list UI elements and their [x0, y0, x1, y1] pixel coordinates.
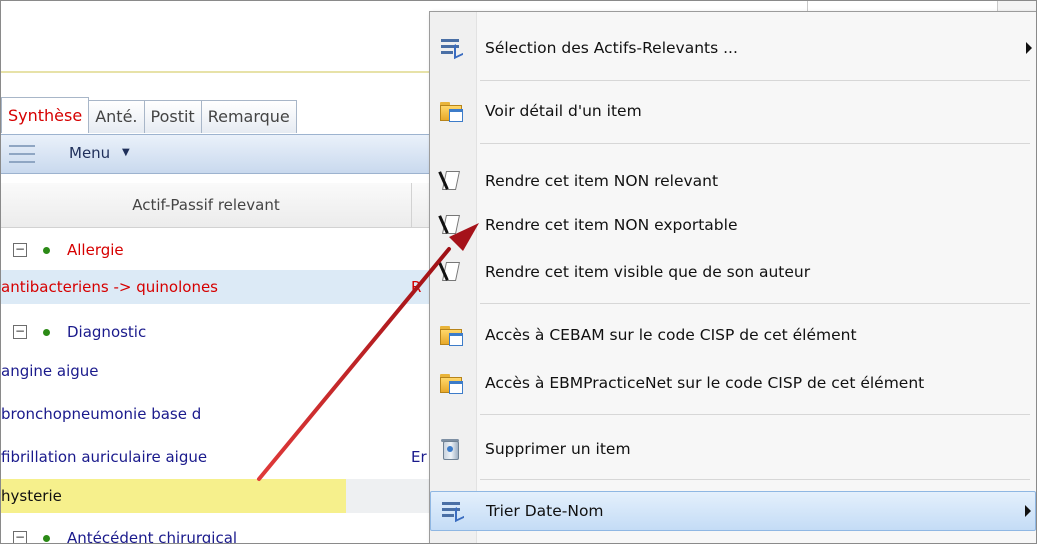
grid-toolbar: Menu ▼	[1, 134, 431, 174]
menu-separator	[480, 80, 1030, 81]
row-label: hysterie	[1, 487, 62, 505]
menu-item-label: Accès à EBMPracticeNet sur le code CISP …	[485, 374, 925, 392]
list-icon	[439, 37, 463, 60]
tab-synthese[interactable]: Synthèse	[1, 97, 90, 133]
table-row[interactable]: bronchopneumonie base d	[1, 397, 431, 431]
menu-item-trier-date-nom[interactable]: Trier Date-Nom	[430, 491, 1036, 531]
context-menu: Sélection des Actifs-Relevants ... Voir …	[429, 11, 1036, 543]
row-label: bronchopneumonie base d	[1, 405, 202, 423]
hamburger-icon[interactable]	[9, 145, 35, 163]
status-dot-icon	[43, 247, 50, 254]
tab-ante[interactable]: Anté.	[88, 100, 145, 133]
menu-item-supprimer[interactable]: Supprimer un item	[430, 430, 1036, 468]
tab-postit[interactable]: Postit	[143, 100, 202, 133]
column-header-actif-passif[interactable]: Actif-Passif relevant	[1, 183, 412, 227]
menu-item-label: Rendre cet item NON exportable	[485, 216, 738, 234]
group-row-diagnostic[interactable]: − Diagnostic	[1, 315, 431, 349]
menu-separator	[480, 303, 1030, 304]
menu-item-non-relevant[interactable]: Rendre cet item NON relevant	[430, 162, 1036, 200]
menu-button[interactable]: Menu	[69, 144, 110, 162]
group-label: Allergie	[67, 241, 124, 259]
list-icon	[440, 500, 464, 523]
menu-item-label: Sélection des Actifs-Relevants ...	[485, 39, 738, 57]
status-dot-icon	[43, 329, 50, 336]
row-label: fibrillation auriculaire aigue	[1, 448, 208, 466]
document-icon	[438, 170, 463, 192]
grid-header: Actif-Passif relevant	[1, 183, 431, 228]
document-icon	[438, 261, 463, 283]
group-row-allergie[interactable]: − Allergie	[1, 233, 431, 267]
tab-strip: Synthèse Anté. Postit Remarque	[1, 97, 297, 133]
menu-item-visible-auteur[interactable]: Rendre cet item visible que de son auteu…	[430, 253, 1036, 291]
caret-down-icon[interactable]: ▼	[122, 147, 130, 158]
group-label: Diagnostic	[67, 323, 147, 341]
menu-separator	[480, 143, 1030, 144]
folder-detail-icon	[439, 324, 463, 346]
row-extra: R	[411, 278, 422, 296]
folder-detail-icon	[439, 372, 463, 394]
table-row[interactable]: hysterie	[1, 479, 431, 513]
collapse-icon[interactable]: −	[13, 531, 27, 543]
group-label: Antécédent chirurgical	[67, 529, 238, 544]
menu-item-non-exportable[interactable]: Rendre cet item NON exportable	[430, 206, 1036, 244]
recycle-bin-icon	[439, 438, 463, 460]
menu-item-voir-detail[interactable]: Voir détail d'un item	[430, 92, 1036, 130]
submenu-arrow-icon	[1025, 505, 1031, 517]
tab-remarque[interactable]: Remarque	[200, 100, 297, 133]
application-window: Synthèse Anté. Postit Remarque Menu ▼ Ac…	[0, 0, 1037, 544]
menu-item-cebam[interactable]: Accès à CEBAM sur le code CISP de cet él…	[430, 316, 1036, 354]
folder-detail-icon	[439, 100, 463, 122]
menu-separator	[480, 414, 1030, 415]
collapse-icon[interactable]: −	[13, 325, 27, 339]
row-label: antibacteriens -> quinolones	[1, 278, 218, 296]
menu-item-label: Accès à CEBAM sur le code CISP de cet él…	[485, 326, 857, 344]
menu-separator	[480, 479, 1030, 480]
table-row[interactable]: angine aigue	[1, 354, 431, 388]
menu-item-selection-actifs[interactable]: Sélection des Actifs-Relevants ...	[430, 29, 1036, 67]
menu-item-label: Rendre cet item visible que de son auteu…	[485, 263, 811, 281]
menu-item-ebmpracticenet[interactable]: Accès à EBMPracticeNet sur le code CISP …	[430, 364, 1036, 402]
group-row-antecedent-chirurgical[interactable]: − Antécédent chirurgical	[1, 521, 431, 544]
row-extra: Er	[411, 448, 427, 466]
row-label: angine aigue	[1, 362, 99, 380]
menu-item-label: Voir détail d'un item	[485, 102, 642, 120]
collapse-icon[interactable]: −	[13, 243, 27, 257]
submenu-arrow-icon	[1026, 42, 1032, 54]
table-row[interactable]: fibrillation auriculaire aigue Er	[1, 440, 431, 474]
menu-item-label: Supprimer un item	[485, 440, 631, 458]
menu-item-label: Trier Date-Nom	[486, 502, 604, 520]
table-row[interactable]: antibacteriens -> quinolones R	[1, 270, 431, 304]
document-icon	[438, 214, 463, 236]
status-dot-icon	[43, 535, 50, 542]
menu-item-label: Rendre cet item NON relevant	[485, 172, 719, 190]
